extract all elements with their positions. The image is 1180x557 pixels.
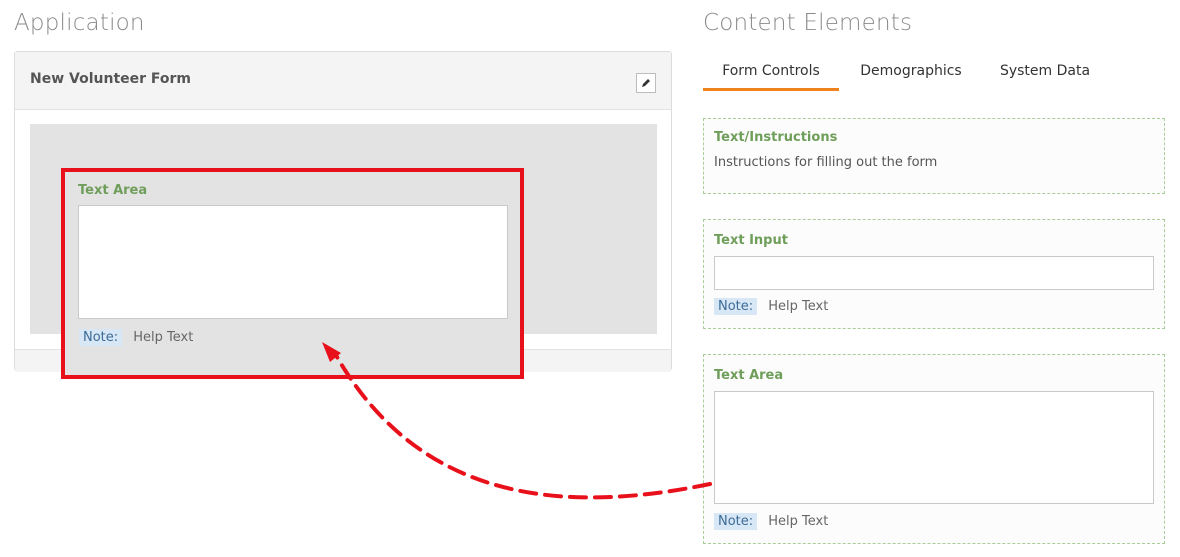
drag-arrow-annotation	[322, 342, 712, 500]
